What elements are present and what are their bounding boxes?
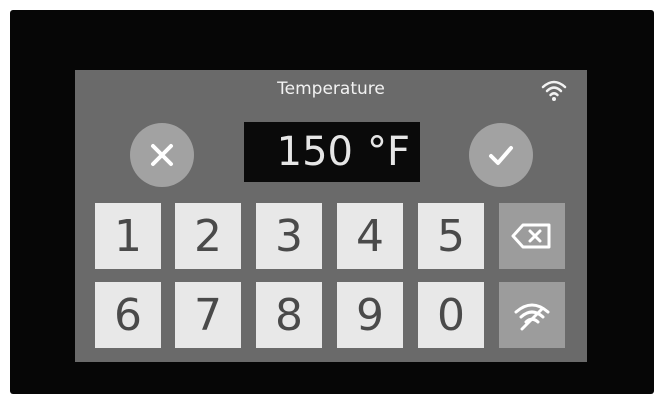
key-label: 0 [437,289,465,341]
key-1[interactable]: 1 [95,203,161,269]
temperature-unit: °F [366,129,410,175]
temperature-display: 150 °F [244,122,420,182]
key-label: 8 [275,289,303,341]
confirm-button[interactable] [469,123,533,187]
temperature-value: 150 [276,129,353,175]
wifi-status-icon [539,78,569,104]
key-label: 2 [194,210,222,262]
key-0[interactable]: 0 [418,282,484,348]
key-label: 4 [356,210,384,262]
screen-title: Temperature [277,79,385,99]
key-label: 5 [437,210,465,262]
key-label: 9 [356,289,384,341]
backspace-button[interactable] [499,203,565,269]
key-4[interactable]: 4 [337,203,403,269]
temperature-screen: Temperature 150 °F 1 2 3 4 5 6 7 8 9 0 [75,70,587,362]
key-7[interactable]: 7 [175,282,241,348]
key-label: 7 [194,289,222,341]
check-icon [489,146,513,165]
key-5[interactable]: 5 [418,203,484,269]
key-label: 3 [275,210,303,262]
key-9[interactable]: 9 [337,282,403,348]
key-label: 1 [114,210,142,262]
backspace-icon [511,223,551,249]
key-6[interactable]: 6 [95,282,161,348]
key-3[interactable]: 3 [256,203,322,269]
key-2[interactable]: 2 [175,203,241,269]
close-icon [151,144,173,166]
key-label: 6 [114,289,142,341]
wifi-icon [514,303,550,331]
cancel-button[interactable] [130,123,194,187]
key-8[interactable]: 8 [256,282,322,348]
wifi-button[interactable] [499,282,565,348]
